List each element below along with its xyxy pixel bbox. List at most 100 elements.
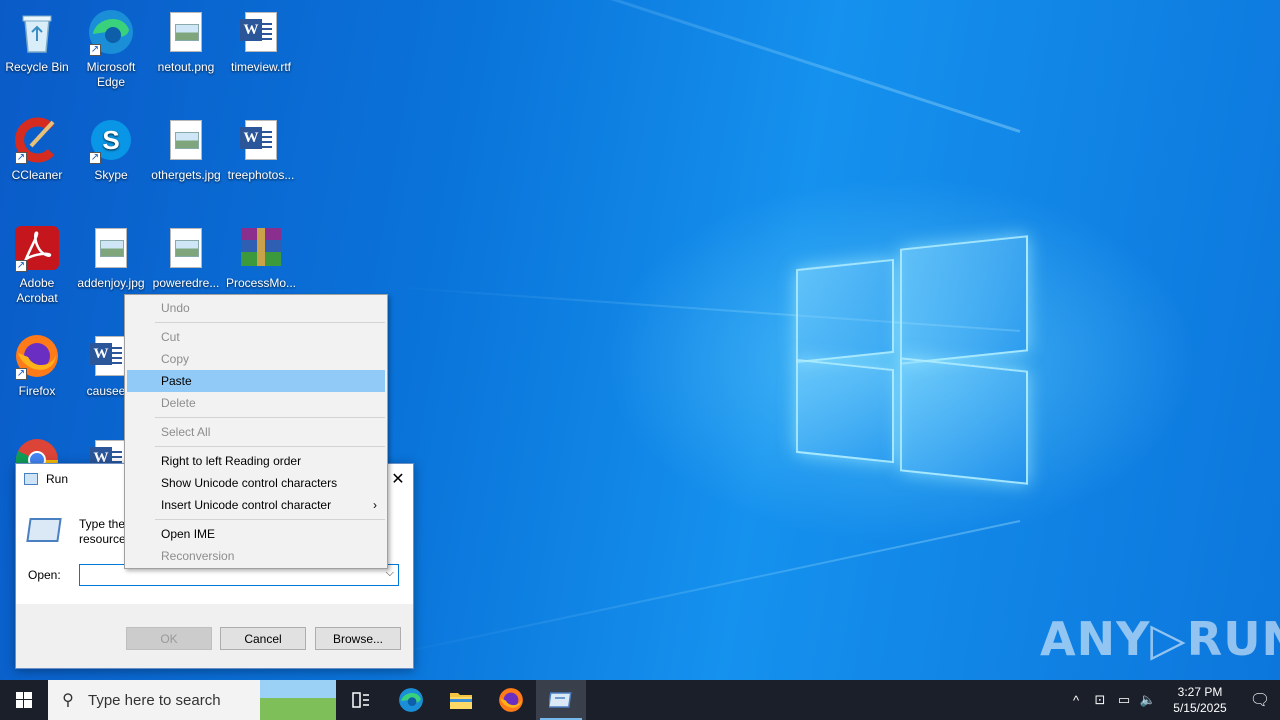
desktop-icon-label: othergets.jpg <box>151 168 221 182</box>
desktop-icon-label: CCleaner <box>11 168 63 182</box>
menu-item-label: Insert Unicode control character <box>161 498 332 512</box>
run-icon <box>24 473 38 485</box>
desktop-icon-edge[interactable]: ↗ Microsoft Edge <box>74 8 148 90</box>
taskbar-firefox[interactable] <box>486 680 536 720</box>
desktop-icon-label: addenjoy.jpg <box>77 276 145 290</box>
desktop-icon-treephotos[interactable]: W treephotos... <box>224 116 298 183</box>
menu-item-insert-unicode[interactable]: Insert Unicode control character › <box>127 494 385 516</box>
taskbar-run-dialog[interactable] <box>536 680 586 720</box>
image-file-icon <box>162 224 210 272</box>
image-file-icon <box>162 8 210 56</box>
firefox-icon: ↗ <box>13 332 61 380</box>
desktop-icon-skype[interactable]: S ↗ Skype <box>74 116 148 183</box>
desktop-icon-label: Microsoft Edge <box>86 60 136 89</box>
anyrun-watermark: ANY▷RUN <box>1040 612 1280 666</box>
ccleaner-icon: ↗ <box>13 116 61 164</box>
desktop-icon-poweredre[interactable]: poweredre... <box>149 224 223 291</box>
search-icon: ⚲ <box>62 692 74 709</box>
desktop-icon-label: treephotos... <box>227 168 295 182</box>
light-beam <box>334 0 1021 133</box>
desktop-icon-label: Adobe Acrobat <box>16 276 58 305</box>
taskbar-file-explorer[interactable] <box>436 680 486 720</box>
taskbar-search-box[interactable]: ⚲ Type here to search <box>48 680 336 720</box>
shortcut-arrow-icon: ↗ <box>89 44 101 56</box>
run-description-line: Type the <box>79 517 126 531</box>
task-view-icon <box>352 692 369 708</box>
desktop-icon-label: Skype <box>94 168 128 182</box>
recycle-bin-icon <box>13 8 61 56</box>
network-icon[interactable]: ▭ <box>1112 692 1136 708</box>
system-tray: ^ ⊡ ▭ 🔈 3:27 PM 5/15/2025 🗨 <box>1064 680 1280 720</box>
skype-icon: S ↗ <box>87 116 135 164</box>
acrobat-icon: ↗ <box>13 224 61 272</box>
taskbar: ⚲ Type here to search ^ ⊡ ▭ 🔈 3:27 PM 5/… <box>0 680 1280 720</box>
desktop-icon-ccleaner[interactable]: ↗ CCleaner <box>0 116 74 183</box>
desktop-icon-label: timeview.rtf <box>230 60 291 74</box>
context-menu[interactable]: Undo Cut Copy Paste Delete Select All Ri… <box>124 294 388 569</box>
desktop-icon-label: Firefox <box>18 384 56 398</box>
taskbar-edge[interactable] <box>386 680 436 720</box>
shortcut-arrow-icon: ↗ <box>89 152 101 164</box>
task-view-button[interactable] <box>336 680 386 720</box>
desktop-icon-label: poweredre... <box>152 276 220 290</box>
image-file-icon <box>87 224 135 272</box>
desktop-icon-acrobat[interactable]: ↗ Adobe Acrobat <box>0 224 74 306</box>
browse-button[interactable]: Browse... <box>315 627 401 650</box>
run-icon <box>549 692 572 708</box>
desktop-icon-othergets[interactable]: othergets.jpg <box>149 116 223 183</box>
winrar-icon <box>237 224 285 272</box>
desktop-icon-recycle-bin[interactable]: Recycle Bin <box>0 8 74 75</box>
light-beam <box>374 520 1021 660</box>
desktop-icon-label: ProcessMo... <box>225 276 297 290</box>
search-placeholder: Type here to search <box>88 691 221 709</box>
menu-separator <box>155 322 385 323</box>
windows-start-icon <box>16 692 32 708</box>
menu-separator <box>155 446 385 447</box>
folder-icon <box>450 693 472 709</box>
desktop-icon-label: netout.png <box>157 60 215 74</box>
device-icon[interactable]: ⊡ <box>1088 692 1112 708</box>
menu-item-rtl-reading-order[interactable]: Right to left Reading order <box>127 450 385 472</box>
menu-item-delete[interactable]: Delete <box>127 392 385 414</box>
desktop-icon-label: Recycle Bin <box>5 60 69 74</box>
desktop-icon-firefox[interactable]: ↗ Firefox <box>0 332 74 399</box>
desktop-icon-processmo[interactable]: ProcessMo... <box>224 224 298 291</box>
menu-separator <box>155 519 385 520</box>
clock[interactable]: 3:27 PM 5/15/2025 <box>1160 684 1240 716</box>
run-description-line: resource <box>79 532 126 546</box>
run-program-icon <box>26 518 62 542</box>
run-title: Run <box>46 472 69 486</box>
ok-button[interactable]: OK <box>126 627 212 650</box>
desktop-icon-addenjoy[interactable]: addenjoy.jpg <box>74 224 148 291</box>
menu-item-show-unicode[interactable]: Show Unicode control characters <box>127 472 385 494</box>
open-label: Open: <box>28 568 61 582</box>
windows-logo-wallpaper <box>796 235 1028 485</box>
shortcut-arrow-icon: ↗ <box>15 260 27 272</box>
word-doc-icon: W <box>237 8 285 56</box>
menu-separator <box>155 417 385 418</box>
desktop-icon-timeview[interactable]: W timeview.rtf <box>224 8 298 75</box>
run-description: Type the resource <box>79 517 126 547</box>
menu-item-cut[interactable]: Cut <box>127 326 385 348</box>
start-button[interactable] <box>0 680 48 720</box>
submenu-arrow-icon: › <box>373 498 377 512</box>
search-highlight-image <box>260 680 336 720</box>
shortcut-arrow-icon: ↗ <box>15 368 27 380</box>
cancel-button[interactable]: Cancel <box>220 627 306 650</box>
firefox-icon <box>499 688 523 712</box>
edge-icon <box>399 688 423 712</box>
svg-text:S: S <box>102 125 119 155</box>
menu-item-open-ime[interactable]: Open IME <box>127 523 385 545</box>
clock-time: 3:27 PM <box>1177 685 1223 699</box>
menu-item-select-all[interactable]: Select All <box>127 421 385 443</box>
menu-item-reconversion[interactable]: Reconversion <box>127 545 385 567</box>
menu-item-paste[interactable]: Paste <box>127 370 385 392</box>
desktop-icon-netout[interactable]: netout.png <box>149 8 223 75</box>
shortcut-arrow-icon: ↗ <box>15 152 27 164</box>
notification-icon[interactable]: 🗨 <box>1240 690 1280 710</box>
menu-item-copy[interactable]: Copy <box>127 348 385 370</box>
volume-icon[interactable]: 🔈 <box>1136 692 1160 708</box>
clock-date: 5/15/2025 <box>1173 701 1227 715</box>
chevron-up-icon[interactable]: ^ <box>1064 693 1088 708</box>
menu-item-undo[interactable]: Undo <box>127 297 385 319</box>
